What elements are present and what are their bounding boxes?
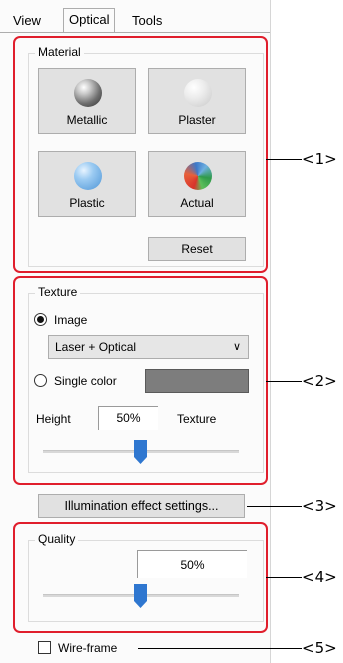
callout-2: <2>	[302, 372, 337, 390]
tab-tools[interactable]: Tools	[127, 10, 167, 32]
callout-line-5	[138, 648, 302, 649]
tab-view[interactable]: View	[8, 10, 46, 32]
callout-5: <5>	[302, 639, 337, 657]
callout-line-2	[266, 381, 302, 382]
highlight-box-4	[13, 522, 268, 633]
tab-optical[interactable]: Optical	[63, 8, 116, 33]
callout-line-3	[247, 506, 302, 507]
wireframe-label: Wire-frame	[58, 641, 118, 655]
callout-4: <4>	[302, 568, 337, 586]
callout-line-4	[266, 577, 302, 578]
highlight-box-1	[13, 36, 268, 273]
callout-3: <3>	[302, 497, 337, 515]
callout-line-1	[266, 159, 302, 160]
illumination-settings-button[interactable]: Illumination effect settings...	[38, 494, 245, 518]
callout-1: <1>	[302, 150, 337, 168]
highlight-box-2	[13, 276, 268, 485]
tab-divider	[0, 32, 270, 33]
wireframe-checkbox[interactable]	[38, 641, 51, 654]
tab-strip: View Optical Tools	[0, 0, 270, 34]
